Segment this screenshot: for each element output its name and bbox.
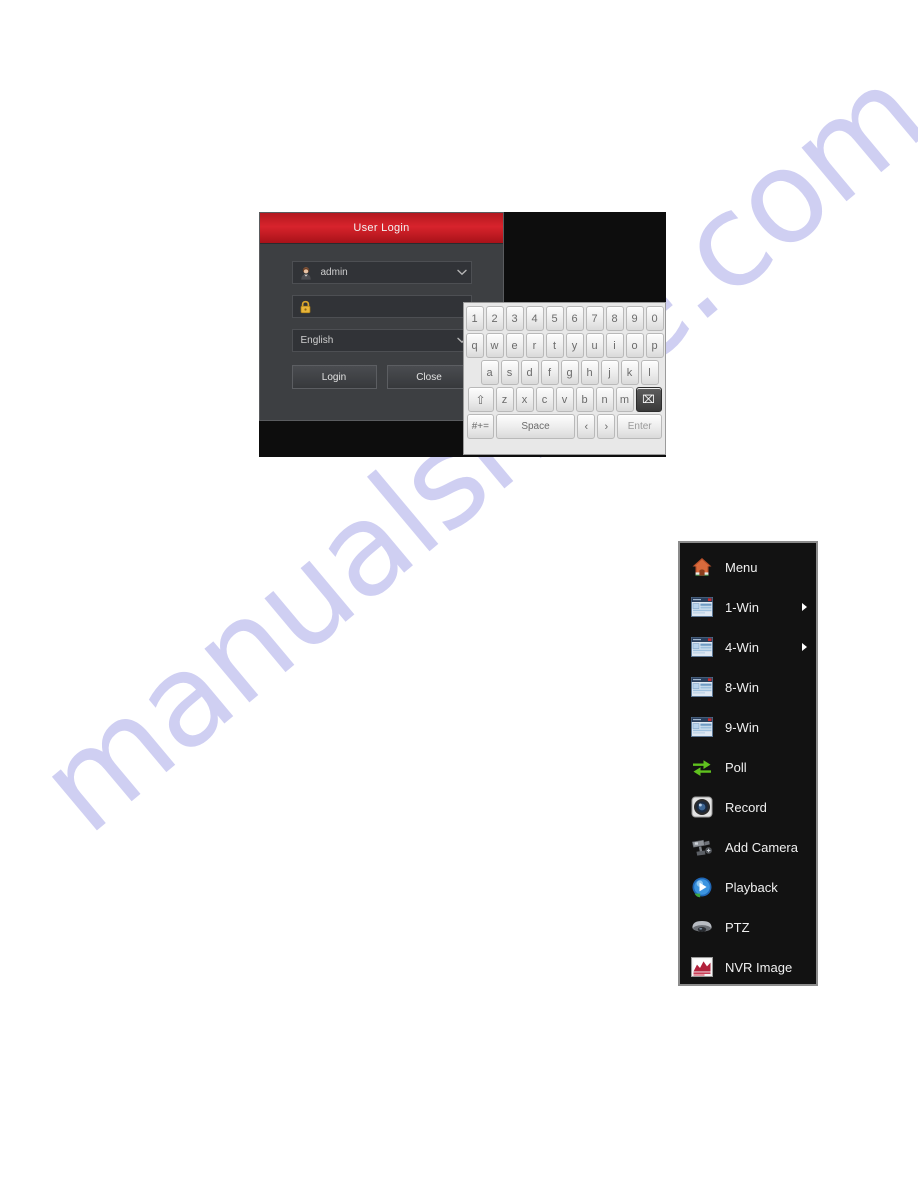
keyboard-row-bottom: ⇧ zxcvbnm ⌧	[466, 387, 663, 412]
key-d[interactable]: d	[520, 360, 539, 385]
submenu-arrow-icon	[802, 643, 807, 651]
key-3[interactable]: 3	[505, 306, 524, 331]
key-f[interactable]: f	[540, 360, 559, 385]
play-icon	[691, 876, 713, 898]
key-l[interactable]: l	[640, 360, 659, 385]
menu-item-label: 4-Win	[725, 639, 759, 655]
right-arrow-key[interactable]: ›	[597, 414, 616, 439]
dialog-titlebar: User Login	[260, 213, 503, 244]
language-dropdown[interactable]: English	[291, 329, 472, 352]
menu-item-record[interactable]: Record	[680, 787, 816, 827]
menu-item-1-win[interactable]: 1-Win	[680, 587, 816, 627]
key-5[interactable]: 5	[545, 306, 564, 331]
key-a[interactable]: a	[480, 360, 499, 385]
left-arrow-key[interactable]: ‹	[577, 414, 596, 439]
user-icon	[293, 266, 319, 280]
key-b[interactable]: b	[575, 387, 594, 412]
keyboard-row-top: qwertyuiop	[465, 333, 664, 358]
language-value: English	[300, 335, 334, 346]
key-t[interactable]: t	[545, 333, 564, 358]
menu-item-label: 9-Win	[725, 719, 759, 735]
key-n[interactable]: n	[595, 387, 614, 412]
key-4[interactable]: 4	[525, 306, 544, 331]
password-field[interactable]	[291, 295, 472, 318]
key-6[interactable]: 6	[565, 306, 584, 331]
key-2[interactable]: 2	[485, 306, 504, 331]
menu-item-playback[interactable]: Playback	[680, 867, 816, 907]
key-v[interactable]: v	[555, 387, 574, 412]
key-k[interactable]: k	[620, 360, 639, 385]
backspace-key[interactable]: ⌧	[635, 387, 662, 412]
menu-item-label: Record	[725, 799, 767, 815]
menu-item-poll[interactable]: Poll	[680, 747, 816, 787]
key-p[interactable]: p	[645, 333, 664, 358]
dome-camera-icon	[691, 916, 713, 938]
menu-item-label: 1-Win	[725, 599, 759, 615]
username-value: admin	[320, 267, 348, 278]
menu-item-label: NVR Image	[725, 959, 793, 975]
key-8[interactable]: 8	[605, 306, 624, 331]
key-0[interactable]: 0	[645, 306, 664, 331]
menu-item-ptz[interactable]: PTZ	[680, 907, 816, 947]
close-button[interactable]: Close	[386, 365, 472, 389]
key-m[interactable]: m	[615, 387, 634, 412]
refresh-icon	[691, 756, 713, 778]
login-screen-capture: User Login admin English Login Close 1 2…	[259, 212, 666, 457]
key-9[interactable]: 9	[625, 306, 644, 331]
keyboard-row-home: asdfghjkl	[466, 360, 663, 385]
record-icon	[691, 796, 713, 818]
key-z[interactable]: z	[495, 387, 514, 412]
key-e[interactable]: e	[505, 333, 524, 358]
key-q[interactable]: q	[465, 333, 484, 358]
keyboard-row-function: #+= Space ‹ › Enter	[466, 414, 663, 439]
username-dropdown[interactable]: admin	[291, 261, 472, 284]
key-i[interactable]: i	[605, 333, 624, 358]
menu-item-label: Playback	[725, 879, 778, 895]
dialog-button-row: Login Close	[291, 365, 472, 389]
menu-item-label: Menu	[725, 559, 758, 575]
key-c[interactable]: c	[535, 387, 554, 412]
window-icon	[691, 636, 713, 658]
house-icon	[691, 556, 713, 578]
key-u[interactable]: u	[585, 333, 604, 358]
submenu-arrow-icon	[802, 603, 807, 611]
key-7[interactable]: 7	[585, 306, 604, 331]
window-icon	[691, 676, 713, 698]
key-x[interactable]: x	[515, 387, 534, 412]
menu-item-label: 8-Win	[725, 679, 759, 695]
lock-icon	[293, 300, 319, 314]
menu-item-4-win[interactable]: 4-Win	[680, 627, 816, 667]
key-y[interactable]: y	[565, 333, 584, 358]
menu-item-nvr-image[interactable]: NVR Image	[680, 947, 816, 987]
menu-item-9-win[interactable]: 9-Win	[680, 707, 816, 747]
enter-key[interactable]: Enter	[617, 414, 662, 439]
window-icon	[691, 596, 713, 618]
key-w[interactable]: w	[485, 333, 504, 358]
key-j[interactable]: j	[600, 360, 619, 385]
shift-key[interactable]: ⇧	[467, 387, 494, 412]
menu-item-menu[interactable]: Menu	[680, 547, 816, 587]
key-r[interactable]: r	[525, 333, 544, 358]
symbol-key[interactable]: #+=	[467, 414, 494, 439]
menu-item-label: Add Camera	[725, 839, 798, 855]
window-icon	[691, 716, 713, 738]
menu-item-add-camera[interactable]: Add Camera	[680, 827, 816, 867]
virtual-keyboard: 1234567890 qwertyuiop asdfghjkl ⇧ zxcvbn…	[463, 302, 666, 455]
key-s[interactable]: s	[500, 360, 519, 385]
menu-item-label: Poll	[725, 759, 747, 775]
space-key[interactable]: Space	[495, 414, 576, 439]
chart-icon	[691, 956, 713, 978]
keyboard-row-numbers: 1234567890	[465, 306, 664, 331]
key-g[interactable]: g	[560, 360, 579, 385]
menu-item-8-win[interactable]: 8-Win	[680, 667, 816, 707]
key-1[interactable]: 1	[465, 306, 484, 331]
key-o[interactable]: o	[625, 333, 644, 358]
login-button[interactable]: Login	[291, 365, 377, 389]
chevron-down-icon[interactable]	[453, 269, 471, 276]
key-h[interactable]: h	[580, 360, 599, 385]
camera-icon	[691, 836, 713, 858]
menu-item-label: PTZ	[725, 919, 750, 935]
dialog-title: User Login	[353, 222, 410, 234]
right-click-context-menu: Menu 1-Win 4-Win 8-Win 9-Win Poll Record Add Ca…	[678, 541, 818, 986]
